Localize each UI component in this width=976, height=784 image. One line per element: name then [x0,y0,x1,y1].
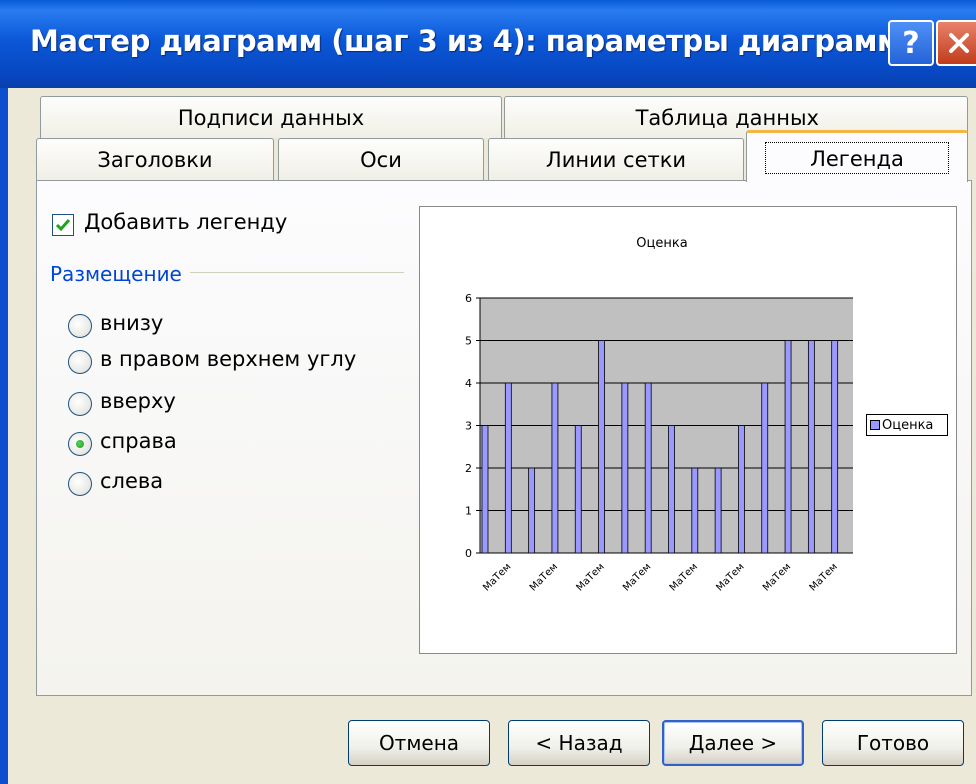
bar [504,382,512,554]
tab-gridlines[interactable]: Линии сетки [488,138,744,181]
tab-label: Таблица данных [635,105,819,130]
help-button[interactable]: ? [888,20,934,66]
x-tick-label: МаТем [668,561,700,593]
tab-label: Линии сетки [545,148,687,172]
radio-top-right-label[interactable]: в правом верхнем углу [100,347,356,371]
add-legend-label[interactable]: Добавить легенду [84,210,287,234]
radio-bottom[interactable] [68,314,92,338]
x-tick-label: МаТем [481,561,513,593]
y-tick-label: 0 [465,547,472,560]
chart-title: Оценка [636,236,687,251]
y-tick-label: 5 [465,335,472,348]
bar [551,382,559,554]
tab-data-labels[interactable]: Подписи данных [40,96,502,138]
radio-selected-dot [76,440,84,448]
bar [668,425,675,554]
bar [784,340,792,554]
legend-swatch [870,420,880,430]
title-bar[interactable]: Мастер диаграмм (шаг 3 из 4): параметры … [0,0,976,88]
radio-bottom-label[interactable]: внизу [100,311,163,335]
radio-top-label[interactable]: вверху [100,389,176,413]
finish-button[interactable]: Готово [822,720,964,766]
radio-right[interactable] [68,432,92,456]
checkmark-icon [55,219,71,232]
tab-label: Оси [360,148,402,172]
tab-label: Подписи данных [177,105,365,130]
window-title: Мастер диаграмм (шаг 3 из 4): параметры … [30,24,926,58]
radio-top-right[interactable] [68,350,92,374]
bar [621,382,629,554]
bar [738,425,745,554]
bar [714,467,722,554]
close-button[interactable] [936,20,976,66]
x-tick-label: МаТем [808,561,840,593]
x-tick-label: МаТем [761,561,793,593]
placement-group-title: Размещение [50,262,182,286]
radio-right-label[interactable]: справа [100,429,177,453]
tab-legend[interactable]: Легенда [746,130,968,182]
bar [481,425,489,554]
bar [807,340,815,554]
bar [761,382,769,554]
next-button[interactable]: Далее > [662,720,804,766]
radio-left-label[interactable]: слева [100,469,163,493]
tab-label: Легенда [765,141,949,174]
bar [644,382,652,554]
y-tick-label: 4 [465,377,472,390]
x-tick-label: МаТем [528,561,560,593]
x-tick-label: МаТем [621,561,653,593]
bar [691,467,699,554]
x-tick-label: МаТем [574,561,606,593]
back-button[interactable]: < Назад [508,720,650,766]
tab-label: Заголовки [97,148,213,172]
chart-wizard-window: Мастер диаграмм (шаг 3 из 4): параметры … [0,0,976,784]
legend-entry: Оценка [882,417,934,433]
bar [598,340,605,554]
tab-titles[interactable]: Заголовки [36,138,274,181]
group-divider [190,272,404,273]
y-tick-label: 1 [465,505,472,518]
y-tick-label: 6 [465,292,472,305]
radio-top[interactable] [68,392,92,416]
radio-left[interactable] [68,472,92,496]
y-tick-label: 3 [465,420,472,433]
bar [574,425,582,554]
y-tick-label: 2 [465,462,472,475]
bar [528,467,536,554]
cancel-button[interactable]: Отмена [348,720,490,766]
bar [831,340,839,554]
close-icon [949,33,969,53]
chart-legend: Оценка [866,414,948,436]
add-legend-checkbox[interactable] [52,214,74,236]
tab-axes[interactable]: Оси [278,138,484,181]
x-tick-label: МаТем [714,561,746,593]
window-border [0,88,8,784]
